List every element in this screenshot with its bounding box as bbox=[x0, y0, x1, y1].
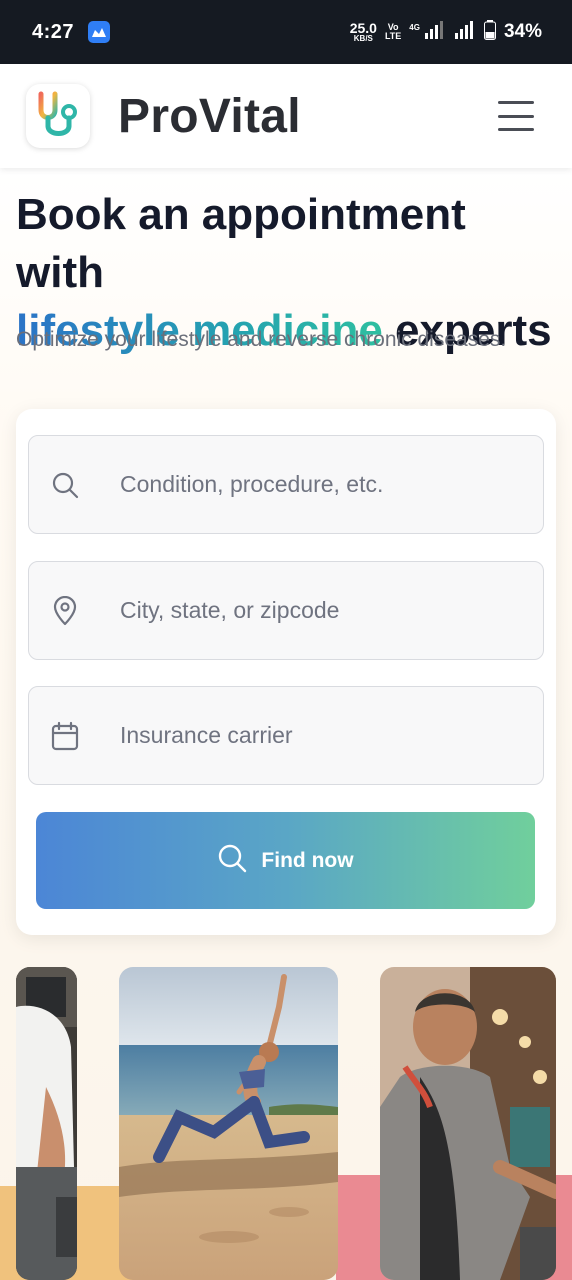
battery-percent: 34% bbox=[503, 21, 542, 42]
photo-chef-cooking[interactable] bbox=[380, 967, 556, 1280]
hamburger-menu-icon[interactable] bbox=[498, 101, 534, 131]
location-field[interactable]: City, state, or zipcode bbox=[28, 561, 544, 660]
map-pin-icon bbox=[50, 595, 80, 626]
find-now-button[interactable]: Find now bbox=[36, 812, 535, 909]
brand-name: ProVital bbox=[118, 89, 301, 143]
network-type: 4G bbox=[409, 22, 420, 32]
network-speed: 25.0 KB/S bbox=[349, 20, 377, 43]
calendar-icon bbox=[50, 721, 80, 751]
status-time: 4:27 bbox=[32, 20, 75, 43]
hero-subtitle: Optimize your lifestyle and reverse chro… bbox=[16, 328, 507, 351]
logo[interactable] bbox=[26, 84, 90, 148]
location-placeholder: City, state, or zipcode bbox=[120, 597, 340, 623]
insurance-field[interactable]: Insurance carrier bbox=[28, 686, 544, 785]
search-card: Condition, procedure, etc. City, state, … bbox=[16, 409, 556, 935]
signal-icon-2 bbox=[454, 20, 476, 44]
signal-icon bbox=[424, 20, 446, 44]
photo-yoga-beach[interactable] bbox=[119, 967, 338, 1280]
condition-search-field[interactable]: Condition, procedure, etc. bbox=[28, 435, 544, 534]
search-icon bbox=[50, 470, 80, 500]
app-header: ProVital bbox=[0, 64, 572, 168]
battery-icon bbox=[483, 19, 496, 45]
photo-man-kitchen[interactable] bbox=[16, 967, 77, 1280]
app-notification-icon bbox=[88, 21, 111, 43]
insurance-placeholder: Insurance carrier bbox=[120, 722, 293, 748]
find-now-label: Find now bbox=[261, 848, 354, 872]
condition-placeholder: Condition, procedure, etc. bbox=[120, 471, 384, 497]
status-bar: 4:27 25.0 KB/S Vo LTE 4G 34% bbox=[0, 0, 572, 64]
stethoscope-icon bbox=[33, 88, 83, 145]
volte-indicator: Vo LTE bbox=[384, 22, 402, 41]
search-icon bbox=[217, 843, 247, 878]
